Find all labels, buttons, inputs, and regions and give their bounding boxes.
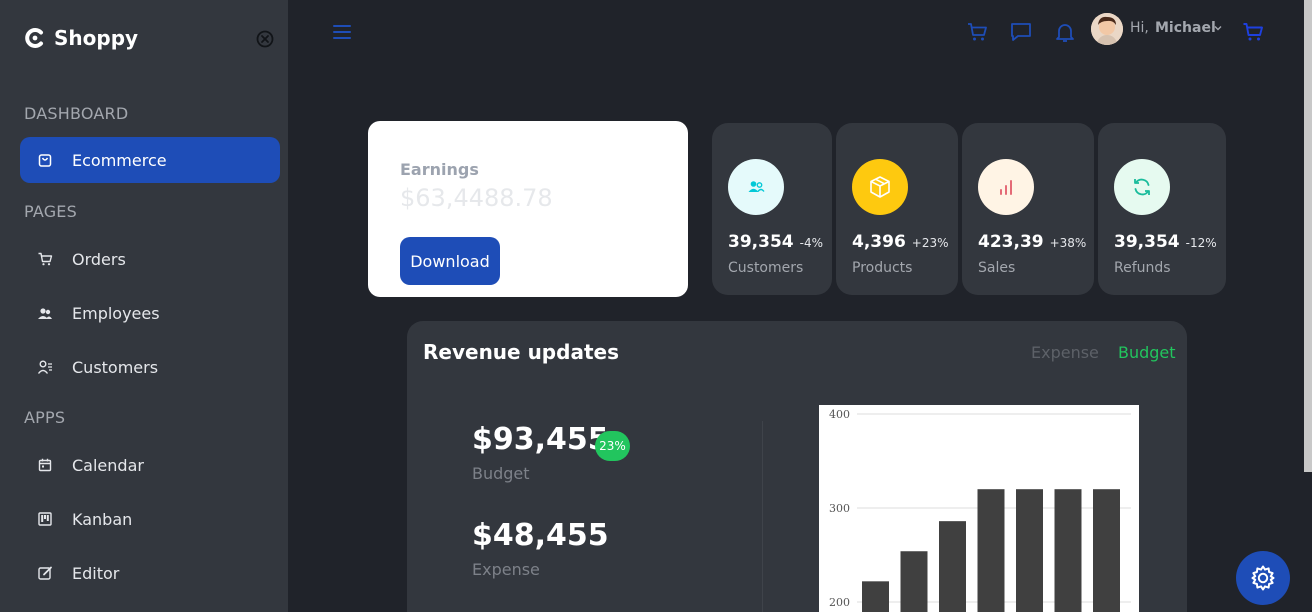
- budget-percent-badge: 23%: [595, 431, 630, 461]
- kanban-icon: [38, 512, 52, 526]
- sidebar-item-employees[interactable]: Employees: [20, 290, 280, 336]
- menu-icon[interactable]: [333, 24, 351, 40]
- y-tick-label: 400: [829, 408, 850, 421]
- vertical-divider: [762, 421, 763, 612]
- revenue-title: Revenue updates: [423, 340, 619, 364]
- settings-button[interactable]: [1236, 551, 1290, 605]
- customers-icon: [748, 181, 765, 192]
- earnings-card: Earnings $63,4488.78 Download: [368, 121, 688, 297]
- sidebar-item-orders[interactable]: Orders: [20, 236, 280, 282]
- earnings-label: Earnings: [400, 160, 479, 179]
- customers-icon: [37, 360, 52, 374]
- bag-icon: [38, 154, 52, 167]
- chart-bar[interactable]: [1016, 489, 1043, 612]
- box-icon: [870, 176, 890, 198]
- y-tick-label: 200: [829, 596, 850, 609]
- sidebar-item-label: Editor: [72, 563, 120, 583]
- logo-icon: [25, 28, 43, 48]
- brand-name: Shoppy: [54, 26, 139, 50]
- chart-bar[interactable]: [1093, 489, 1120, 612]
- bell-icon[interactable]: [1054, 21, 1076, 43]
- calendar-icon: [38, 458, 52, 472]
- stat-icon-circle: [1114, 159, 1170, 215]
- gear-icon: [1251, 565, 1275, 591]
- stat-value: 4,396 +23%: [852, 232, 949, 252]
- sidebar-item-label: Customers: [72, 357, 159, 377]
- bar-chart-icon: [1000, 180, 1012, 195]
- chart-bar[interactable]: [939, 521, 966, 612]
- chart-bar[interactable]: [1054, 489, 1082, 612]
- download-button[interactable]: Download: [400, 237, 500, 285]
- stat-percent: +38%: [1049, 236, 1087, 250]
- sidebar-item-calendar[interactable]: Calendar: [20, 442, 280, 488]
- sidebar-item-label: Orders: [72, 249, 126, 269]
- sidebar-item-editor[interactable]: Editor: [20, 550, 280, 596]
- shopping-cart-icon[interactable]: [1242, 21, 1264, 43]
- revenue-chart-svg: 200 300 400: [829, 408, 1131, 612]
- sidebar-item-kanban[interactable]: Kanban: [20, 496, 280, 542]
- stat-label: Refunds: [1114, 260, 1171, 276]
- earnings-value: $63,4488.78: [400, 184, 553, 212]
- scrollbar[interactable]: [1304, 0, 1312, 472]
- legend-expense[interactable]: Expense: [1031, 343, 1099, 362]
- stat-icon-circle: [728, 159, 784, 215]
- chart-bar[interactable]: [900, 551, 928, 612]
- legend-budget[interactable]: Budget: [1118, 343, 1176, 362]
- employees-icon: [38, 308, 52, 319]
- greeting-text: Hi,: [1130, 20, 1149, 36]
- stat-percent: -4%: [799, 236, 823, 250]
- stat-percent: -12%: [1185, 236, 1217, 250]
- y-tick-label: 300: [829, 502, 850, 515]
- refresh-icon: [1134, 178, 1150, 196]
- budget-value: $93,455: [472, 422, 609, 457]
- cart-icon: [38, 252, 53, 266]
- expense-label: Expense: [472, 560, 540, 579]
- stat-value: 39,354 -12%: [1114, 232, 1217, 252]
- sidebar-item-label: Employees: [72, 303, 160, 323]
- section-apps: APPS: [24, 408, 66, 427]
- sidebar-item-label: Kanban: [72, 509, 133, 529]
- expense-value: $48,455: [472, 518, 609, 553]
- revenue-chart: 200 300 400: [819, 405, 1139, 612]
- section-pages: PAGES: [24, 202, 77, 221]
- avatar-image: [1091, 13, 1123, 45]
- budget-label: Budget: [472, 464, 530, 483]
- stat-card-refunds: 39,354 -12% Refunds: [1098, 123, 1226, 295]
- stat-card-sales: 423,39 +38% Sales: [962, 123, 1094, 295]
- logo[interactable]: Shoppy: [24, 26, 138, 50]
- stat-icon-circle: [978, 159, 1034, 215]
- cart-icon[interactable]: [966, 21, 988, 43]
- chart-bar[interactable]: [862, 581, 889, 612]
- stat-icon-circle: [852, 159, 908, 215]
- sidebar-item-customers[interactable]: Customers: [20, 344, 280, 390]
- chevron-down-icon[interactable]: [1213, 23, 1223, 33]
- stat-label: Customers: [728, 260, 804, 276]
- sidebar: Shoppy DASHBOARD Ecommerce PAGES Orders …: [0, 0, 288, 612]
- stat-percent: +23%: [911, 236, 949, 250]
- edit-icon: [38, 566, 52, 580]
- sidebar-item-ecommerce[interactable]: Ecommerce: [20, 137, 280, 183]
- close-sidebar-icon[interactable]: [256, 30, 274, 48]
- avatar[interactable]: [1091, 13, 1123, 45]
- user-name[interactable]: Michael: [1155, 20, 1216, 36]
- stat-value: 39,354 -4%: [728, 232, 823, 252]
- sidebar-item-label: Ecommerce: [72, 150, 167, 170]
- stat-label: Products: [852, 260, 913, 276]
- chart-bar[interactable]: [977, 489, 1005, 612]
- sidebar-item-label: Calendar: [72, 455, 144, 475]
- stat-value: 423,39 +38%: [978, 232, 1087, 252]
- section-dashboard: DASHBOARD: [24, 104, 129, 123]
- stat-card-customers: 39,354 -4% Customers: [712, 123, 832, 295]
- chat-icon[interactable]: [1010, 21, 1032, 43]
- stat-label: Sales: [978, 260, 1016, 276]
- stat-card-products: 4,396 +23% Products: [836, 123, 958, 295]
